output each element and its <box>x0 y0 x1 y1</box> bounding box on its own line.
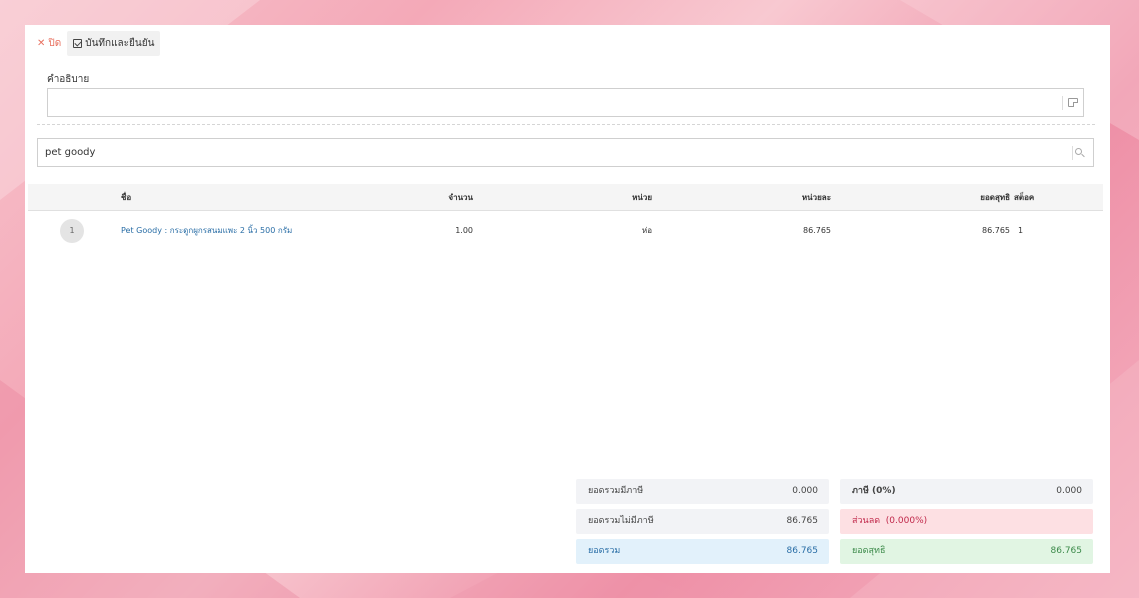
order-panel: ✕ ปิด บันทึกและยืนยัน คำอธิบาย pet goody… <box>25 25 1110 573</box>
total-box: ยอดรวม 86.765 <box>576 539 829 564</box>
table-row[interactable]: 1 Pet Goody : กระดูกผูกรสนมแพะ 2 นิ้ว 50… <box>28 218 1103 244</box>
search-input[interactable]: pet goody <box>37 138 1094 167</box>
column-header-unit-price: หน่วยละ <box>801 193 831 202</box>
checkbox-icon <box>73 39 83 48</box>
close-icon: ✕ <box>37 38 46 49</box>
column-header-net: ยอดสุทธิ <box>980 193 1010 202</box>
table-header: ชื่อ จำนวน หน่วย หน่วยละ ยอดสุทธิ สต็อค <box>28 184 1103 211</box>
close-button[interactable]: ✕ ปิด <box>31 31 67 56</box>
search-icon[interactable] <box>1075 148 1085 158</box>
search-value: pet goody <box>45 147 96 158</box>
field-divider <box>1062 96 1063 110</box>
net-total-value: 86.765 <box>1050 546 1083 556</box>
untaxed-total-label: ยอดรวมไม่มีภาษี <box>588 516 654 526</box>
column-header-name: ชื่อ <box>121 193 132 202</box>
column-header-quantity: จำนวน <box>448 193 473 202</box>
save-confirm-button[interactable]: บันทึกและยืนยัน <box>67 31 161 56</box>
untaxed-total-box: ยอดรวมไม่มีภาษี 86.765 <box>576 509 829 534</box>
note-icon[interactable] <box>1068 98 1078 107</box>
net-total-box: ยอดสุทธิ 86.765 <box>840 539 1093 564</box>
unit-value[interactable]: ห่อ <box>588 218 652 244</box>
quantity-value[interactable]: 1.00 <box>408 218 473 244</box>
discount-box[interactable]: ส่วนลด (0.000%) <box>840 509 1093 534</box>
tax-value: 0.000 <box>1056 486 1082 496</box>
untaxed-total-value: 86.765 <box>786 516 819 526</box>
description-label: คำอธิบาย <box>47 74 90 85</box>
discount-percent: (0.000%) <box>885 516 928 526</box>
discount-text: ส่วนลด (0.000%) <box>852 509 927 534</box>
stock-value: 1 <box>1018 226 1024 235</box>
taxed-total-value: 0.000 <box>792 486 818 496</box>
save-confirm-label: บันทึกและยืนยัน <box>85 38 155 49</box>
discount-label: ส่วนลด <box>852 516 881 526</box>
unit-price-value[interactable]: 86.765 <box>758 218 831 244</box>
tax-label: ภาษี (0%) <box>852 486 896 496</box>
product-name-link[interactable]: Pet Goody : กระดูกผูกรสนมแพะ 2 นิ้ว 500 … <box>121 218 292 244</box>
toolbar: ✕ ปิด บันทึกและยืนยัน <box>31 31 161 56</box>
taxed-total-box: ยอดรวมมีภาษี 0.000 <box>576 479 829 504</box>
net-total-label: ยอดสุทธิ <box>852 546 886 556</box>
close-label: ปิด <box>48 38 62 49</box>
field-divider <box>1072 146 1073 160</box>
taxed-total-label: ยอดรวมมีภาษี <box>588 486 644 496</box>
description-field[interactable] <box>47 88 1084 117</box>
total-value: 86.765 <box>786 546 819 556</box>
section-divider <box>37 124 1095 125</box>
column-header-unit: หน่วย <box>632 193 652 202</box>
row-index: 1 <box>60 219 84 243</box>
column-header-stock: สต็อค <box>1014 193 1035 202</box>
total-label: ยอดรวม <box>588 546 621 556</box>
tax-box: ภาษี (0%) 0.000 <box>840 479 1093 504</box>
net-value: 86.765 <box>982 226 1010 235</box>
